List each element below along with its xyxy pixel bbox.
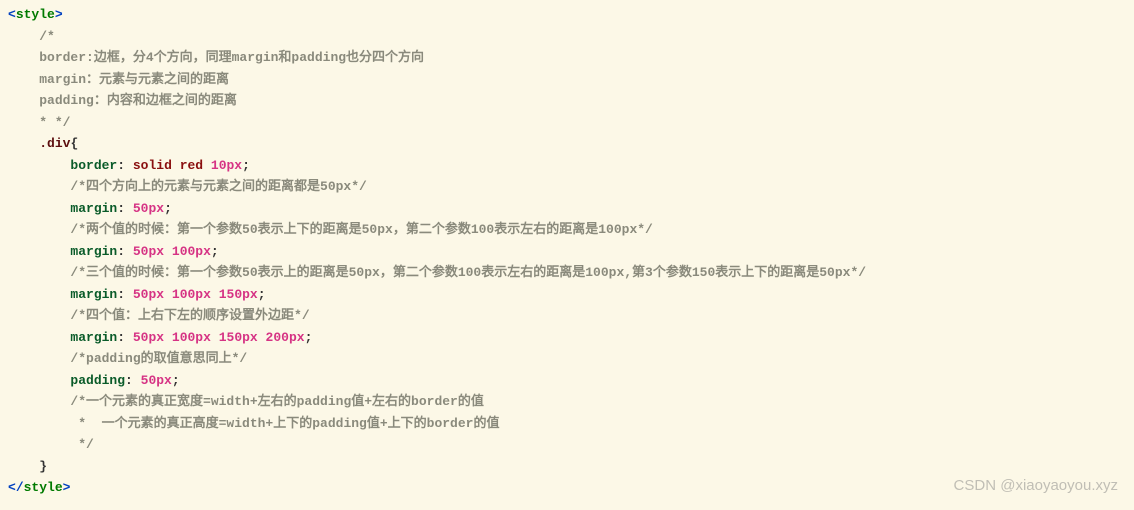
code-line: /*三个值的时候：第一个参数50表示上的距离是50px，第二个参数100表示左右… (8, 262, 1126, 284)
code-line: margin: 50px 100px 150px; (8, 284, 1126, 306)
code-line: * */ (8, 112, 1126, 134)
code-line: border: solid red 10px; (8, 155, 1126, 177)
code-line: margin: 50px; (8, 198, 1126, 220)
code-block: <style> /* border:边框，分4个方向，同理margin和padd… (8, 4, 1126, 499)
code-line: */ (8, 434, 1126, 456)
code-line: padding: 50px; (8, 370, 1126, 392)
code-line: padding：内容和边框之间的距离 (8, 90, 1126, 112)
code-line: } (8, 456, 1126, 478)
code-line: </style> (8, 477, 1126, 499)
code-line: /*padding的取值意思同上*/ (8, 348, 1126, 370)
code-line: /*一个元素的真正宽度=width+左右的padding值+左右的border的… (8, 391, 1126, 413)
code-line: /*两个值的时候：第一个参数50表示上下的距离是50px，第二个参数100表示左… (8, 219, 1126, 241)
code-line: /*四个值：上右下左的顺序设置外边距*/ (8, 305, 1126, 327)
code-line: margin：元素与元素之间的距离 (8, 69, 1126, 91)
code-line: /*四个方向上的元素与元素之间的距离都是50px*/ (8, 176, 1126, 198)
code-line: margin: 50px 100px; (8, 241, 1126, 263)
code-line: .div{ (8, 133, 1126, 155)
code-line: * 一个元素的真正高度=width+上下的padding值+上下的border的… (8, 413, 1126, 435)
code-line: <style> (8, 4, 1126, 26)
code-line: border:边框，分4个方向，同理margin和padding也分四个方向 (8, 47, 1126, 69)
code-line: /* (8, 26, 1126, 48)
code-line: margin: 50px 100px 150px 200px; (8, 327, 1126, 349)
